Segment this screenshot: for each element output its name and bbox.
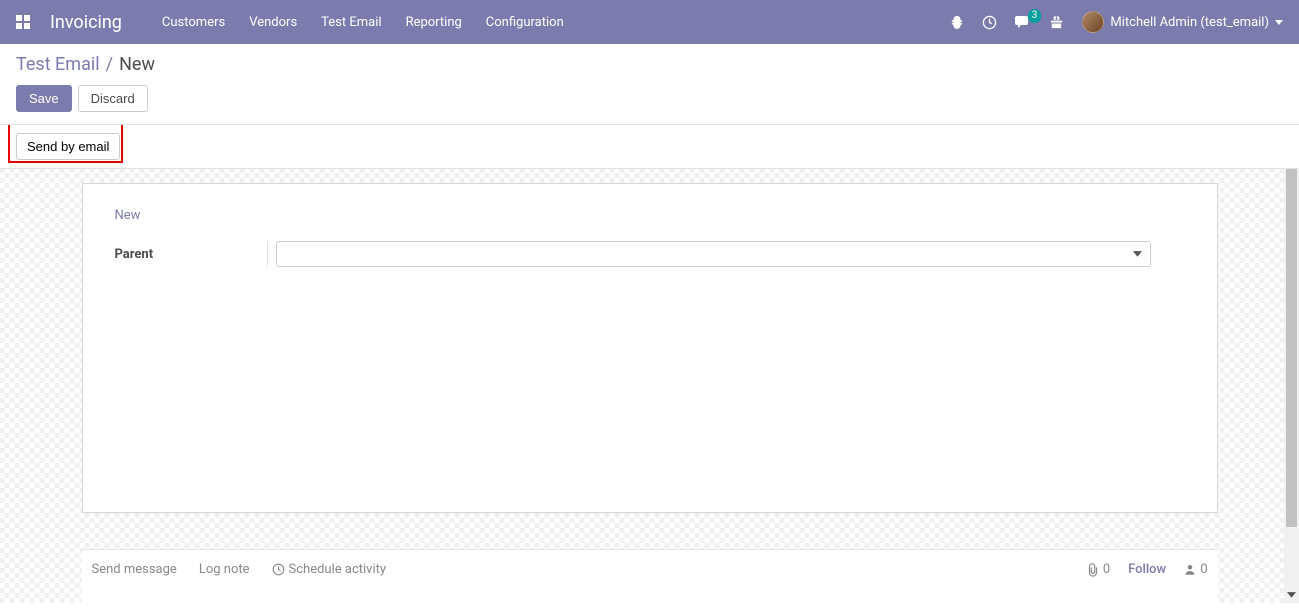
discard-button[interactable]: Discard xyxy=(78,85,148,112)
followers-count: 0 xyxy=(1200,562,1207,577)
nav-right: 3 Mitchell Admin (test_email) xyxy=(950,11,1283,33)
apps-icon[interactable] xyxy=(16,15,30,29)
breadcrumb-separator: / xyxy=(106,54,113,75)
schedule-activity-label: Schedule activity xyxy=(289,562,387,577)
chatter-topbar: Send message Log note Schedule activity … xyxy=(82,562,1218,577)
chatter: Send message Log note Schedule activity … xyxy=(82,549,1218,603)
main-navbar: Invoicing Customers Vendors Test Email R… xyxy=(0,0,1299,44)
save-button[interactable]: Save xyxy=(16,85,72,112)
parent-label: Parent xyxy=(115,247,267,262)
nav-menu: Customers Vendors Test Email Reporting C… xyxy=(162,15,950,30)
send-message-button[interactable]: Send message xyxy=(92,562,177,577)
content-area: Send by email New Parent xyxy=(0,125,1299,603)
form-background: New Parent Send xyxy=(0,169,1299,603)
avatar xyxy=(1082,11,1104,33)
form-sheet: New Parent xyxy=(82,183,1218,513)
nav-configuration[interactable]: Configuration xyxy=(486,15,564,30)
scrollbar-track[interactable] xyxy=(1284,125,1299,603)
user-menu[interactable]: Mitchell Admin (test_email) xyxy=(1082,11,1283,33)
chevron-down-icon xyxy=(1133,247,1142,262)
debug-icon[interactable] xyxy=(950,15,964,29)
send-by-email-button[interactable]: Send by email xyxy=(16,133,120,160)
breadcrumb-current: New xyxy=(119,54,155,75)
schedule-activity-button[interactable]: Schedule activity xyxy=(272,562,387,577)
scrollbar-down-arrow[interactable] xyxy=(1284,588,1299,603)
control-panel: Test Email / New Save Discard xyxy=(0,44,1299,125)
statusbar: Send by email xyxy=(0,125,1299,169)
control-buttons: Save Discard xyxy=(16,85,1283,112)
followers-button[interactable]: 0 xyxy=(1184,562,1207,577)
user-name: Mitchell Admin (test_email) xyxy=(1110,15,1269,30)
scrollbar-thumb[interactable] xyxy=(1286,125,1297,527)
attachments-count: 0 xyxy=(1103,562,1110,577)
activities-icon[interactable] xyxy=(982,15,997,30)
log-note-button[interactable]: Log note xyxy=(199,562,250,577)
nav-test-email[interactable]: Test Email xyxy=(321,15,381,30)
attachments-button[interactable]: 0 xyxy=(1087,562,1110,577)
record-title: New xyxy=(115,208,1185,223)
breadcrumb-parent[interactable]: Test Email xyxy=(16,54,100,75)
parent-select[interactable] xyxy=(276,241,1151,267)
breadcrumb: Test Email / New xyxy=(16,54,1283,75)
messaging-badge: 3 xyxy=(1028,9,1042,23)
app-brand[interactable]: Invoicing xyxy=(50,12,122,33)
nav-reporting[interactable]: Reporting xyxy=(406,15,462,30)
follow-button[interactable]: Follow xyxy=(1128,562,1166,577)
chevron-down-icon xyxy=(1275,15,1283,30)
messaging-icon[interactable]: 3 xyxy=(1015,15,1031,29)
nav-customers[interactable]: Customers xyxy=(162,15,225,30)
field-row-parent: Parent xyxy=(115,241,1185,267)
nav-vendors[interactable]: Vendors xyxy=(249,15,297,30)
gift-icon[interactable] xyxy=(1049,15,1064,30)
